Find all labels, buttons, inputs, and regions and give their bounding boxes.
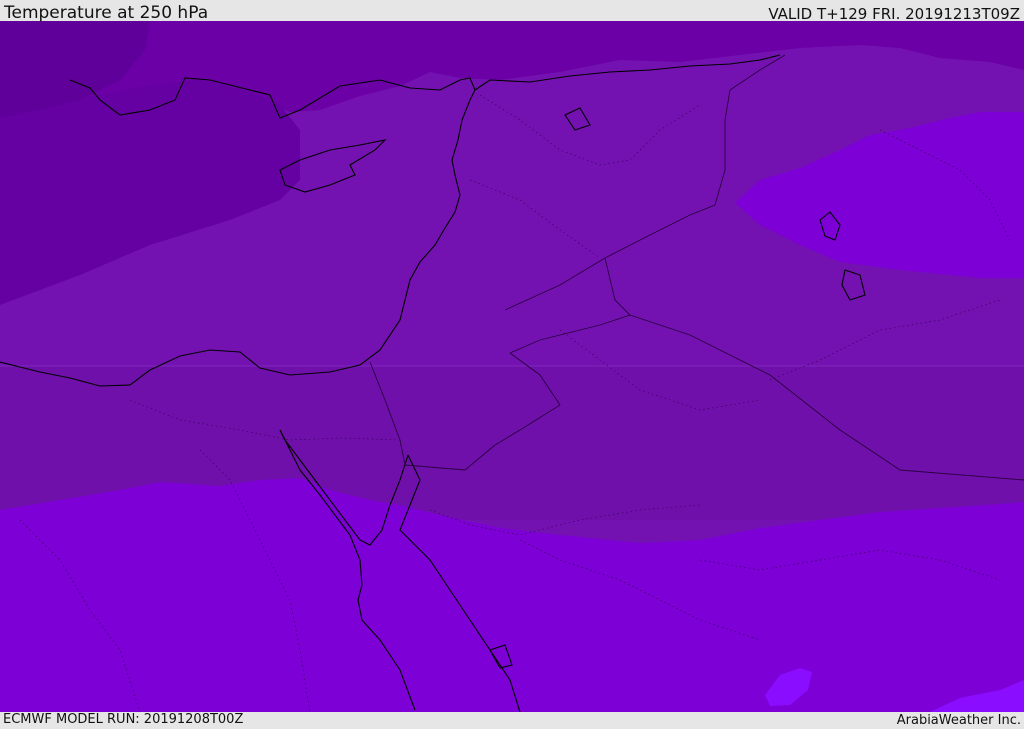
map-panel[interactable] xyxy=(0,21,1024,712)
valid-time-label: VALID T+129 FRI. 20191213T09Z xyxy=(768,5,1020,23)
header-bar: Temperature at 250 hPa VALID T+129 FRI. … xyxy=(0,0,1024,23)
temperature-map[interactable] xyxy=(0,21,1024,712)
map-title: Temperature at 250 hPa xyxy=(4,3,209,23)
model-run-label: ECMWF MODEL RUN: 20191208T00Z xyxy=(3,712,244,727)
footer-bar: ECMWF MODEL RUN: 20191208T00Z ArabiaWeat… xyxy=(0,712,1024,729)
credit-label: ArabiaWeather Inc. xyxy=(896,713,1021,728)
